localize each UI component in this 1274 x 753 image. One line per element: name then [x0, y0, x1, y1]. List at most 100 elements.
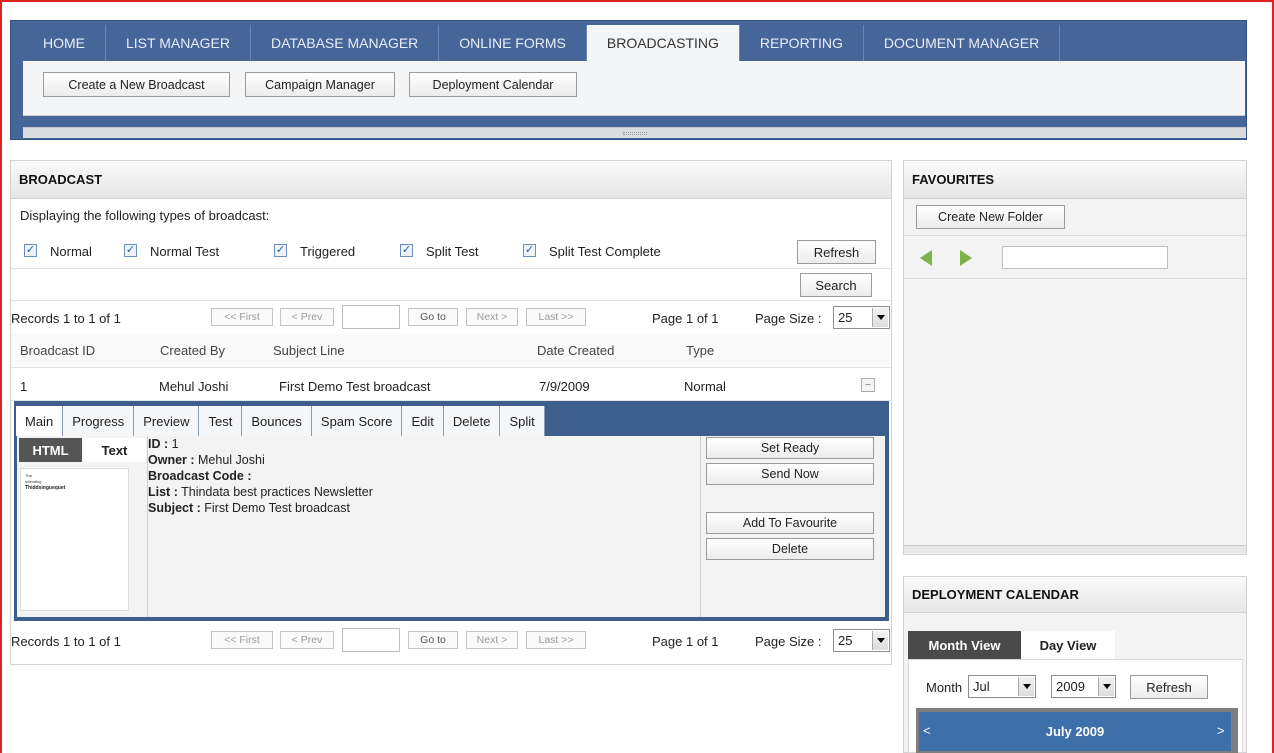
collapse-icon[interactable]: −: [861, 378, 875, 392]
first-page-button[interactable]: << First: [211, 631, 273, 649]
delete-button[interactable]: Delete: [706, 538, 874, 560]
next-page-button[interactable]: Next >: [466, 631, 518, 649]
broadcast-info: ID : 1 Owner : Mehul Joshi Broadcast Cod…: [148, 436, 373, 516]
page-indicator: Page 1 of 1: [652, 311, 719, 326]
table-row[interactable]: [11, 370, 891, 401]
records-count: Records 1 to 1 of 1: [11, 311, 121, 326]
chevron-down-icon: [1098, 677, 1114, 696]
checkbox-normal[interactable]: ✓: [24, 244, 37, 257]
nav-tab-broadcasting[interactable]: BROADCASTING: [586, 25, 740, 61]
nav-tab-online-forms[interactable]: ONLINE FORMS: [439, 25, 587, 61]
page-size-label-bottom: Page Size :: [755, 634, 822, 649]
nav-tab-list-manager[interactable]: LIST MANAGER: [106, 25, 251, 61]
tab-edit[interactable]: Edit: [402, 406, 444, 436]
tab-main[interactable]: Main: [16, 406, 64, 436]
tab-preview[interactable]: Preview: [134, 406, 200, 436]
detail-body: HTML Text The Intending Thiddsinguequet …: [17, 436, 885, 617]
next-page-button[interactable]: Next >: [466, 308, 518, 326]
grip-icon: [622, 131, 647, 135]
calendar-prev-button[interactable]: <: [923, 723, 931, 738]
checkbox-split-test-complete[interactable]: ✓: [523, 244, 536, 257]
panel-footer: [904, 545, 1246, 553]
col-subject-line[interactable]: Subject Line: [273, 343, 345, 358]
html-view-tab[interactable]: HTML: [19, 438, 82, 462]
top-navigation: HOME LIST MANAGER DATABASE MANAGER ONLIN…: [10, 20, 1247, 140]
page-indicator-bottom: Page 1 of 1: [652, 634, 719, 649]
tab-progress[interactable]: Progress: [63, 406, 135, 436]
calendar-refresh-button[interactable]: Refresh: [1130, 675, 1208, 699]
last-page-button[interactable]: Last >>: [526, 631, 586, 649]
campaign-manager-button[interactable]: Campaign Manager: [245, 72, 395, 97]
nav-tab-reporting[interactable]: REPORTING: [740, 25, 864, 61]
tab-bounces[interactable]: Bounces: [242, 406, 312, 436]
type-label-normal-test: Normal Test: [150, 244, 220, 259]
email-thumbnail[interactable]: The Intending Thiddsinguequet: [20, 468, 129, 611]
col-date-created[interactable]: Date Created: [537, 343, 614, 358]
info-code: Broadcast Code :: [148, 469, 252, 483]
tab-split[interactable]: Split: [500, 406, 545, 436]
deployment-calendar-button[interactable]: Deployment Calendar: [409, 72, 577, 97]
year-select[interactable]: 2009: [1051, 675, 1116, 698]
last-page-button[interactable]: Last >>: [526, 308, 586, 326]
type-label-split-test: Split Test: [426, 244, 479, 259]
checkbox-normal-test[interactable]: ✓: [124, 244, 137, 257]
favourites-title: FAVOURITES: [904, 161, 1246, 199]
month-value: Jul: [973, 679, 990, 694]
calendar-next-button[interactable]: >: [1217, 723, 1225, 738]
page-size-label: Page Size :: [755, 311, 822, 326]
nav-tab-home[interactable]: HOME: [23, 25, 106, 61]
page-size-value: 25: [838, 633, 853, 648]
col-type[interactable]: Type: [686, 343, 714, 358]
col-broadcast-id[interactable]: Broadcast ID: [20, 343, 95, 358]
info-id: ID : 1: [148, 437, 179, 451]
info-owner: Owner : Mehul Joshi: [148, 453, 265, 467]
page-number-input[interactable]: [342, 305, 400, 329]
favourite-search-input[interactable]: [1002, 246, 1168, 269]
table-header: [11, 334, 891, 368]
row-date: 7/9/2009: [539, 379, 590, 394]
info-list: List : Thindata best practices Newslette…: [148, 485, 373, 499]
add-to-favourite-button[interactable]: Add To Favourite: [706, 512, 874, 534]
first-page-button[interactable]: << First: [211, 308, 273, 326]
create-folder-button[interactable]: Create New Folder: [916, 205, 1065, 229]
text-view-tab[interactable]: Text: [83, 438, 146, 462]
month-select[interactable]: Jul: [968, 675, 1036, 698]
splitter-bar[interactable]: [23, 127, 1246, 138]
checkbox-split-test[interactable]: ✓: [400, 244, 413, 257]
page-size-select[interactable]: 25: [833, 306, 890, 329]
tab-delete[interactable]: Delete: [443, 406, 501, 436]
divider: [11, 268, 891, 269]
tab-test[interactable]: Test: [199, 406, 243, 436]
chevron-down-icon: [872, 631, 888, 650]
main-nav: HOME LIST MANAGER DATABASE MANAGER ONLIN…: [23, 25, 1061, 61]
row-subject: First Demo Test broadcast: [279, 379, 431, 394]
nav-tab-database-manager[interactable]: DATABASE MANAGER: [251, 25, 440, 61]
go-to-button[interactable]: Go to: [408, 308, 458, 326]
set-ready-button[interactable]: Set Ready: [706, 437, 874, 459]
chevron-down-icon: [872, 308, 888, 327]
year-value: 2009: [1056, 679, 1085, 694]
divider: [904, 235, 1246, 236]
go-to-button[interactable]: Go to: [408, 631, 458, 649]
detail-tabs: Main Progress Preview Test Bounces Spam …: [16, 406, 545, 436]
chevron-down-icon: [1018, 677, 1034, 696]
page-size-select[interactable]: 25: [833, 629, 890, 652]
tab-spam-score[interactable]: Spam Score: [311, 406, 403, 436]
create-broadcast-button[interactable]: Create a New Broadcast: [43, 72, 230, 97]
month-view-tab[interactable]: Month View: [908, 631, 1021, 659]
refresh-button[interactable]: Refresh: [797, 240, 876, 264]
thumb-line: Thiddsinguequet: [25, 485, 66, 491]
send-now-button[interactable]: Send Now: [706, 463, 874, 485]
prev-page-button[interactable]: < Prev: [280, 308, 334, 326]
broadcast-detail: Main Progress Preview Test Bounces Spam …: [14, 401, 889, 621]
sub-navigation: Create a New Broadcast Campaign Manager …: [23, 61, 1245, 116]
checkbox-triggered[interactable]: ✓: [274, 244, 287, 257]
search-button[interactable]: Search: [800, 273, 872, 297]
col-created-by[interactable]: Created By: [160, 343, 225, 358]
page-number-input[interactable]: [342, 628, 400, 652]
prev-page-button[interactable]: < Prev: [280, 631, 334, 649]
nav-tab-document-manager[interactable]: DOCUMENT MANAGER: [864, 25, 1061, 61]
forward-arrow-icon[interactable]: [960, 250, 972, 266]
day-view-tab[interactable]: Day View: [1021, 631, 1115, 659]
back-arrow-icon[interactable]: [920, 250, 932, 266]
